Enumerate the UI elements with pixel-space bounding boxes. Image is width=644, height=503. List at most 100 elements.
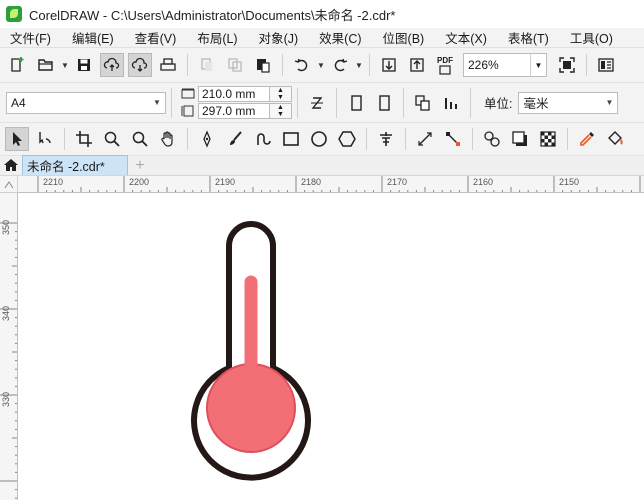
interactive-fill-tool-button[interactable] <box>603 127 627 151</box>
open-dropdown[interactable]: ▼ <box>60 53 70 77</box>
page-width-spinner[interactable]: ▲ ▼ <box>270 86 292 102</box>
page-options-icon <box>311 96 323 109</box>
publish-pdf-button[interactable]: PDF <box>433 53 457 77</box>
paste-button[interactable] <box>251 53 275 77</box>
menu-layout[interactable]: 布局(L) <box>187 28 248 47</box>
menu-effects[interactable]: 效果(C) <box>309 28 372 47</box>
pan-zoom-tool-button[interactable] <box>128 127 152 151</box>
artistic-media-tool-button[interactable] <box>223 127 247 151</box>
thermometer-neck <box>244 360 258 370</box>
thermometer-drawing[interactable] <box>191 221 311 481</box>
connector-tool-button[interactable] <box>441 127 465 151</box>
menu-file[interactable]: 文件(F) <box>0 28 62 47</box>
document-tab[interactable]: 未命名 -2.cdr* <box>22 155 128 175</box>
blend-tool-button[interactable] <box>480 127 504 151</box>
export-button[interactable] <box>405 53 429 77</box>
vertical-ruler-ticks: 350 340 330 <box>0 220 17 499</box>
horizontal-ruler[interactable]: 2210 2200 2190 2180 2170 2160 2150 <box>18 176 644 193</box>
menu-view[interactable]: 查看(V) <box>125 28 188 47</box>
all-pages-button[interactable] <box>305 91 329 115</box>
pick-tool-button[interactable] <box>5 127 29 151</box>
standard-toolbar: ▼ ▼ ▼ PDF 226% ▼ <box>0 48 644 83</box>
polygon-icon <box>338 131 356 147</box>
all-pages-layout-button[interactable] <box>411 91 435 115</box>
page-height-spinner[interactable]: ▲ ▼ <box>270 103 292 119</box>
rectangle-tool-button[interactable] <box>279 127 303 151</box>
landscape-button[interactable] <box>372 91 396 115</box>
printer-icon <box>160 58 176 71</box>
zoom-level-select[interactable]: 226% ▼ <box>463 53 547 77</box>
toolbar-separator <box>405 128 406 150</box>
toolbar-separator <box>567 128 568 150</box>
undo-dropdown[interactable]: ▼ <box>316 53 326 77</box>
ellipse-tool-button[interactable] <box>307 127 331 151</box>
blend-icon <box>484 131 500 147</box>
pan-tool-button[interactable] <box>156 127 180 151</box>
toolbar-separator <box>472 128 473 150</box>
ruler-label: 2160 <box>473 177 493 187</box>
import-button[interactable] <box>377 53 401 77</box>
crop-tool-button[interactable] <box>72 127 96 151</box>
eyedropper-tool-button[interactable] <box>575 127 599 151</box>
fill-bucket-icon <box>608 131 623 145</box>
new-document-button[interactable] <box>6 53 30 77</box>
cut-icon <box>201 58 212 71</box>
undo-button[interactable] <box>290 53 314 77</box>
ruler-corner[interactable] <box>0 176 18 193</box>
redo-icon <box>334 58 348 72</box>
pointer-icon <box>13 132 22 146</box>
full-screen-button[interactable] <box>555 53 579 77</box>
save-button[interactable] <box>72 53 96 77</box>
polygon-tool-button[interactable] <box>335 127 359 151</box>
text-icon <box>380 132 392 146</box>
portrait-icon <box>351 94 362 111</box>
toolbar-separator <box>64 128 65 150</box>
cloud-download-icon <box>131 57 148 72</box>
cloud-upload-icon <box>103 57 120 71</box>
transparency-tool-button[interactable] <box>536 127 560 151</box>
home-icon <box>4 159 18 171</box>
copy-button[interactable] <box>223 53 247 77</box>
current-page-layout-button[interactable] <box>439 91 463 115</box>
portrait-button[interactable] <box>344 91 368 115</box>
shape-tool-button[interactable] <box>33 127 57 151</box>
thermometer-bulb[interactable] <box>206 363 296 453</box>
menu-tools[interactable]: 工具(O) <box>560 28 624 47</box>
cloud-download-button[interactable] <box>128 53 152 77</box>
application-launcher-button[interactable] <box>594 53 618 77</box>
welcome-home-tab[interactable] <box>0 155 22 175</box>
open-button[interactable] <box>34 53 58 77</box>
units-select[interactable]: 毫米 ▼ <box>518 91 619 114</box>
drop-shadow-tool-button[interactable] <box>508 127 532 151</box>
menu-edit[interactable]: 编辑(E) <box>62 28 125 47</box>
page-size-select[interactable]: A4 ▼ <box>6 91 166 114</box>
menu-object[interactable]: 对象(J) <box>249 28 310 47</box>
bezier-tool-button[interactable] <box>251 127 275 151</box>
page-height-input[interactable]: 297.0 mm <box>198 103 270 119</box>
menu-bitmaps[interactable]: 位图(B) <box>373 28 436 47</box>
units-value: 毫米 <box>523 97 549 111</box>
vertical-ruler[interactable]: 350 340 330 <box>0 193 18 500</box>
window-title: CorelDRAW - C:\Users\Administrator\Docum… <box>29 7 396 23</box>
cut-button[interactable] <box>195 53 219 77</box>
redo-dropdown[interactable]: ▼ <box>354 53 364 77</box>
new-tab-button[interactable]: + <box>130 157 150 175</box>
menu-table[interactable]: 表格(T) <box>498 28 560 47</box>
drawing-canvas[interactable] <box>19 194 644 500</box>
units-label: 单位: <box>484 97 513 111</box>
text-tool-button[interactable] <box>374 127 398 151</box>
dimension-tool-button[interactable] <box>413 127 437 151</box>
copy-icon <box>228 58 242 72</box>
cloud-upload-button[interactable] <box>100 53 124 77</box>
zoom-level-value: 226% <box>468 58 499 72</box>
print-button[interactable] <box>156 53 180 77</box>
zoom-tool-button[interactable] <box>100 127 124 151</box>
freehand-tool-button[interactable] <box>195 127 219 151</box>
search-icon <box>132 131 148 147</box>
bars-icon <box>445 97 457 109</box>
page-width-input[interactable]: 210.0 mm <box>198 86 270 102</box>
coreldraw-logo-icon <box>6 6 22 22</box>
menu-text[interactable]: 文本(X) <box>435 28 498 47</box>
full-screen-icon <box>559 57 575 73</box>
redo-button[interactable] <box>328 53 352 77</box>
